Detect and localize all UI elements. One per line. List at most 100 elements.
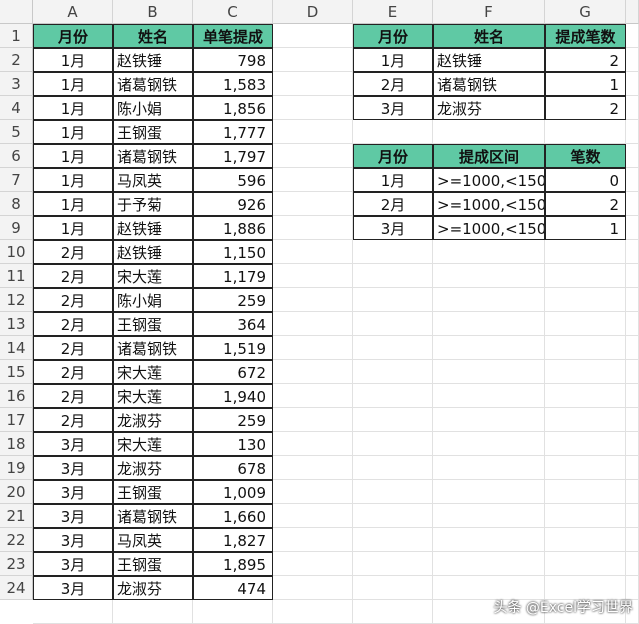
data-table-cell[interactable]: 诸葛钢铁 xyxy=(113,72,193,96)
data-table-cell[interactable]: 1月 xyxy=(33,144,113,168)
data-table-cell[interactable]: 1,519 xyxy=(193,336,273,360)
grid-cell[interactable] xyxy=(273,528,353,552)
grid-cell[interactable] xyxy=(433,288,545,312)
data-table-cell[interactable]: 926 xyxy=(193,192,273,216)
grid-cell[interactable] xyxy=(433,264,545,288)
data-table-cell[interactable]: 1,940 xyxy=(193,384,273,408)
row-header-20[interactable]: 20 xyxy=(0,480,33,504)
data-table-cell[interactable]: 1,009 xyxy=(193,480,273,504)
grid-cell[interactable] xyxy=(273,432,353,456)
data-table-cell[interactable]: 于予菊 xyxy=(113,192,193,216)
count-by-range-table-cell[interactable]: >=1000,<1500 xyxy=(433,192,545,216)
grid-cell[interactable] xyxy=(273,240,353,264)
row-header-21[interactable]: 21 xyxy=(0,504,33,528)
data-table-cell[interactable]: 1月 xyxy=(33,72,113,96)
grid-cell[interactable] xyxy=(545,288,626,312)
data-table-cell[interactable]: 龙淑芬 xyxy=(113,576,193,600)
grid-cell[interactable] xyxy=(545,432,626,456)
grid-cell[interactable] xyxy=(626,192,639,216)
data-table-cell[interactable]: 2月 xyxy=(33,264,113,288)
data-table-cell[interactable]: 王钢蛋 xyxy=(113,312,193,336)
grid-cell[interactable] xyxy=(273,120,353,144)
data-table-cell[interactable]: 2月 xyxy=(33,408,113,432)
data-table-cell[interactable]: 赵铁锤 xyxy=(113,240,193,264)
row-header-22[interactable]: 22 xyxy=(0,528,33,552)
count-by-range-table-header-cell[interactable]: 月份 xyxy=(353,144,433,168)
count-by-name-table-cell[interactable]: 3月 xyxy=(353,96,433,120)
row-header-3[interactable]: 3 xyxy=(0,72,33,96)
count-by-name-table-header-cell[interactable]: 姓名 xyxy=(433,24,545,48)
column-header-e[interactable]: E xyxy=(353,0,433,24)
count-by-name-table-cell[interactable]: 赵铁锤 xyxy=(433,48,545,72)
grid-cell[interactable] xyxy=(353,384,433,408)
data-table-cell[interactable]: 1月 xyxy=(33,216,113,240)
data-table-cell[interactable]: 1月 xyxy=(33,168,113,192)
count-by-name-table-cell[interactable]: 2 xyxy=(545,48,626,72)
row-header-23[interactable]: 23 xyxy=(0,552,33,576)
grid-cell[interactable] xyxy=(545,312,626,336)
data-table-cell[interactable]: 2月 xyxy=(33,336,113,360)
grid-cell[interactable] xyxy=(626,312,639,336)
data-table-cell[interactable]: 1月 xyxy=(33,192,113,216)
data-table-cell[interactable]: 龙淑芬 xyxy=(113,408,193,432)
data-table-cell[interactable]: 3月 xyxy=(33,432,113,456)
data-table-cell[interactable]: 1,797 xyxy=(193,144,273,168)
row-header-13[interactable]: 13 xyxy=(0,312,33,336)
grid-cell[interactable] xyxy=(626,240,639,264)
grid-cell[interactable] xyxy=(353,456,433,480)
data-table-cell[interactable]: 2月 xyxy=(33,240,113,264)
grid-cell[interactable] xyxy=(545,336,626,360)
grid-cell[interactable] xyxy=(626,552,639,576)
data-table-cell[interactable]: 259 xyxy=(193,288,273,312)
data-table-cell[interactable]: 2月 xyxy=(33,312,113,336)
row-header-19[interactable]: 19 xyxy=(0,456,33,480)
data-table-cell[interactable]: 3月 xyxy=(33,576,113,600)
count-by-name-table-cell[interactable]: 1 xyxy=(545,72,626,96)
data-table-cell[interactable]: 1,583 xyxy=(193,72,273,96)
column-header-b[interactable]: B xyxy=(113,0,193,24)
grid-cell[interactable] xyxy=(273,72,353,96)
data-table-cell[interactable]: 798 xyxy=(193,48,273,72)
grid-cell[interactable] xyxy=(273,552,353,576)
data-table-cell[interactable]: 马凤英 xyxy=(113,168,193,192)
row-header-24[interactable]: 24 xyxy=(0,576,33,600)
grid-cell[interactable] xyxy=(353,264,433,288)
grid-cell[interactable] xyxy=(545,528,626,552)
grid-cell[interactable] xyxy=(273,312,353,336)
data-table-cell[interactable]: 3月 xyxy=(33,480,113,504)
grid-cell[interactable] xyxy=(273,600,353,624)
row-header-4[interactable]: 4 xyxy=(0,96,33,120)
data-table-header-cell[interactable]: 单笔提成 xyxy=(193,24,273,48)
grid-cell[interactable] xyxy=(626,168,639,192)
data-table-cell[interactable]: 259 xyxy=(193,408,273,432)
data-table-cell[interactable]: 3月 xyxy=(33,552,113,576)
data-table-cell[interactable]: 宋大莲 xyxy=(113,360,193,384)
grid-cell[interactable] xyxy=(433,360,545,384)
grid-cell[interactable] xyxy=(433,552,545,576)
grid-cell[interactable] xyxy=(273,96,353,120)
grid-cell[interactable] xyxy=(353,312,433,336)
count-by-range-table-cell[interactable]: >=1000,<1500 xyxy=(433,216,545,240)
data-table-cell[interactable]: 1,179 xyxy=(193,264,273,288)
row-header-7[interactable]: 7 xyxy=(0,168,33,192)
column-header-a[interactable]: A xyxy=(33,0,113,24)
grid-cell[interactable] xyxy=(433,384,545,408)
row-header-15[interactable]: 15 xyxy=(0,360,33,384)
data-table-cell[interactable]: 1,886 xyxy=(193,216,273,240)
grid-cell[interactable] xyxy=(626,48,639,72)
grid-cell[interactable] xyxy=(433,432,545,456)
grid-cell[interactable] xyxy=(273,384,353,408)
grid-cell[interactable] xyxy=(433,120,545,144)
data-table-cell[interactable]: 672 xyxy=(193,360,273,384)
grid-cell[interactable] xyxy=(626,456,639,480)
data-table-cell[interactable]: 1,895 xyxy=(193,552,273,576)
grid-cell[interactable] xyxy=(626,72,639,96)
grid-cell[interactable] xyxy=(545,384,626,408)
grid-cell[interactable] xyxy=(353,552,433,576)
grid-cell[interactable] xyxy=(273,360,353,384)
grid-cell[interactable] xyxy=(626,336,639,360)
count-by-name-table-cell[interactable]: 2月 xyxy=(353,72,433,96)
data-table-cell[interactable]: 1月 xyxy=(33,120,113,144)
data-table-cell[interactable]: 3月 xyxy=(33,456,113,480)
count-by-range-table-cell[interactable]: 1 xyxy=(545,216,626,240)
